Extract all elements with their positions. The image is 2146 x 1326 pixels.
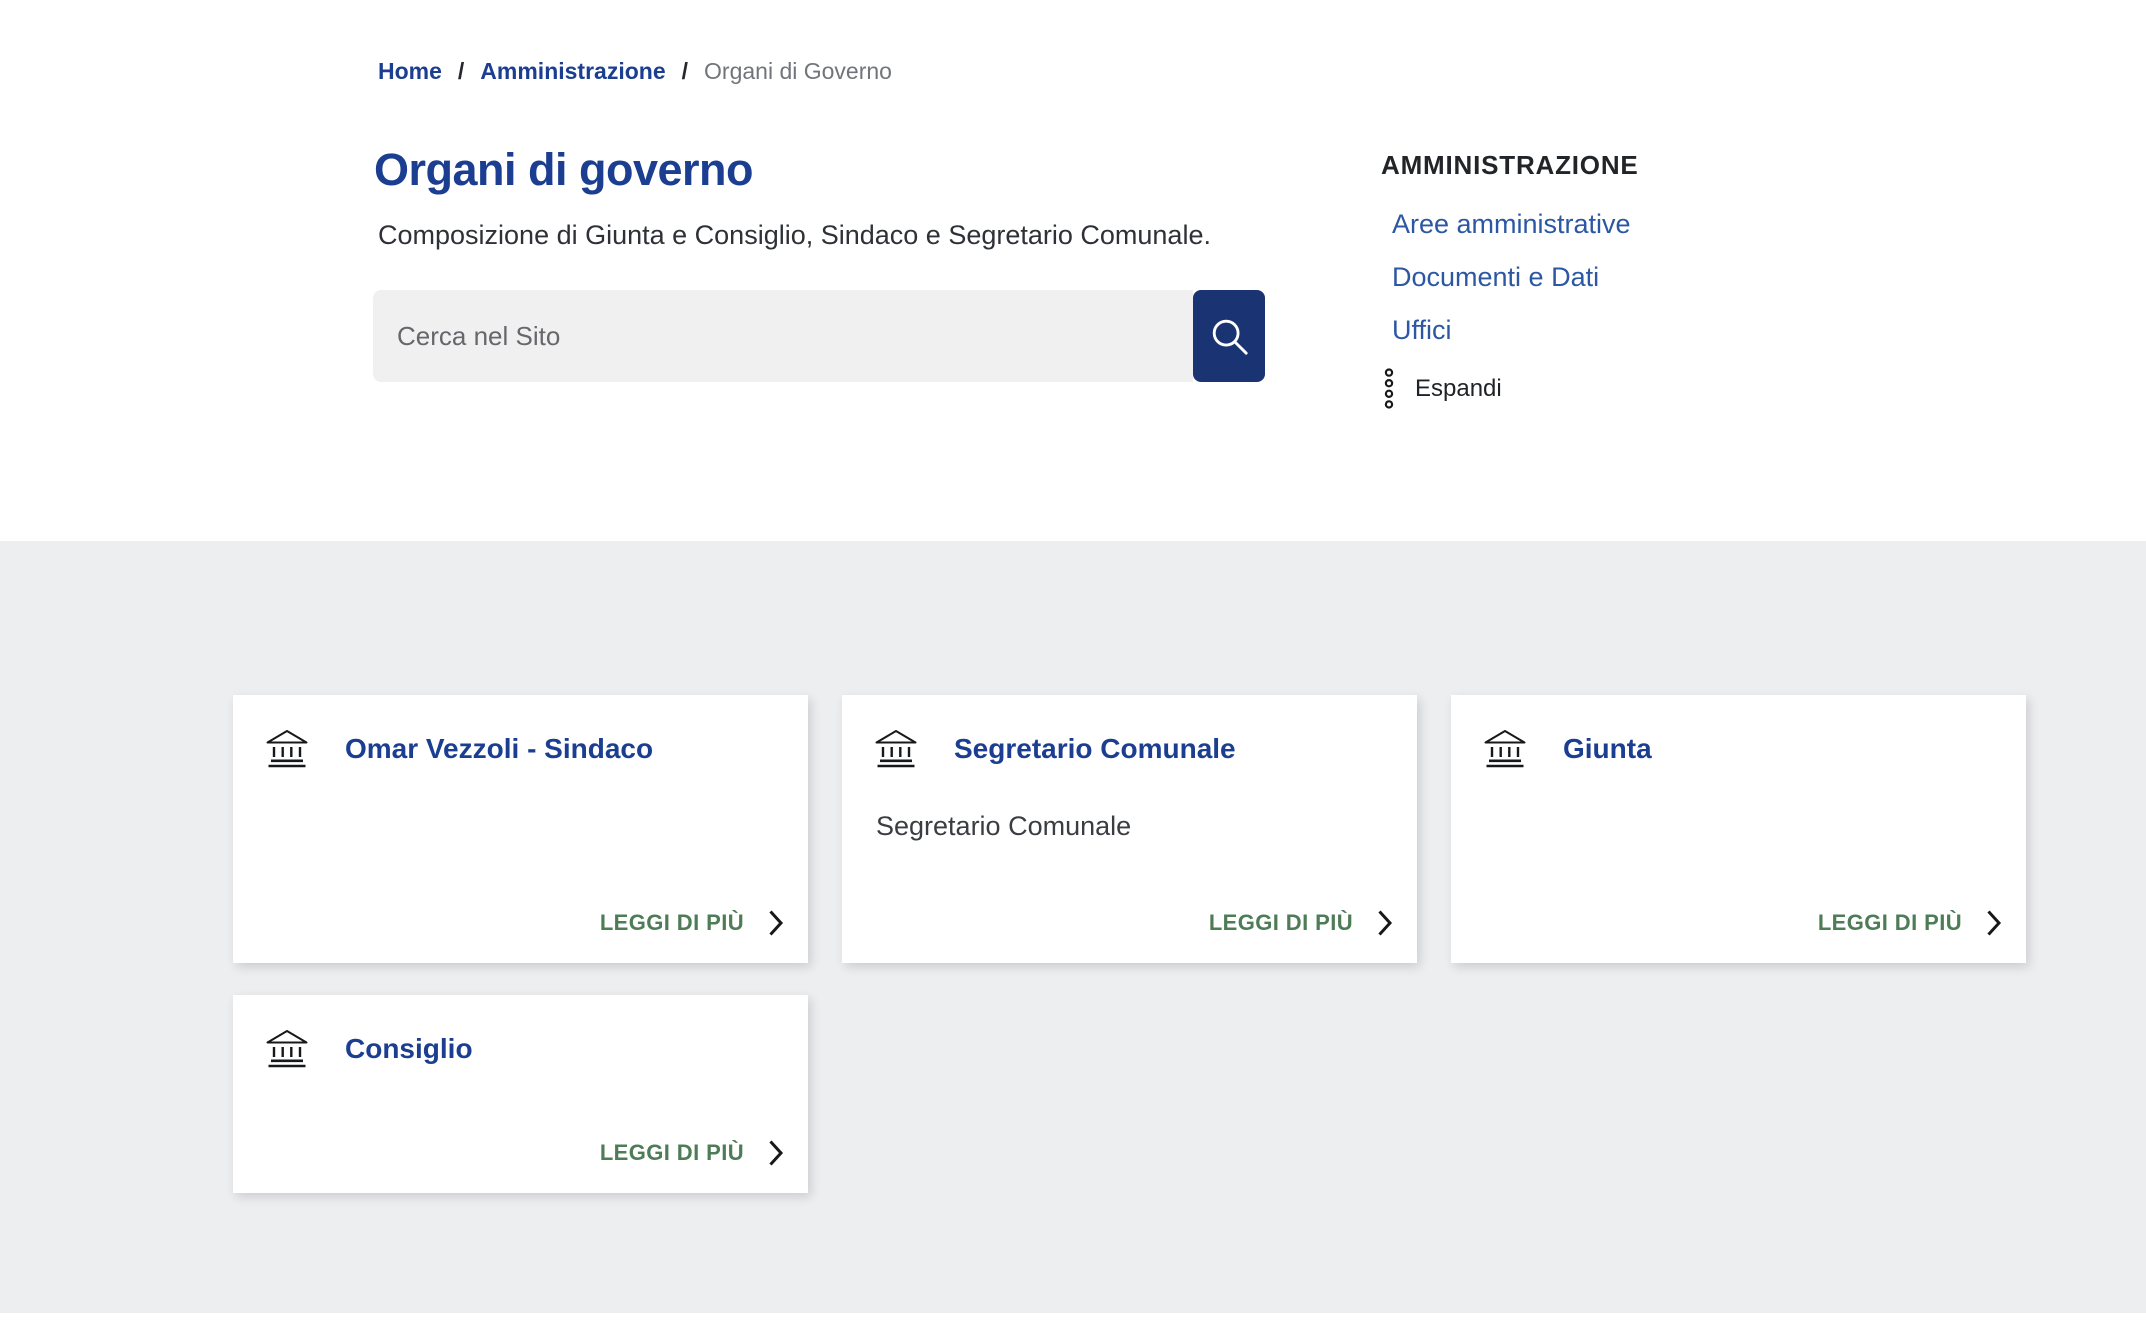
card-title: Giunta: [1563, 733, 1652, 765]
card-title: Consiglio: [345, 1033, 473, 1065]
breadcrumb-separator: /: [682, 58, 688, 85]
card-footer: LEGGI DI PIÙ: [1483, 909, 2002, 937]
more-items-icon: [1383, 368, 1395, 409]
search-input[interactable]: [373, 290, 1193, 382]
card-header: Consiglio: [265, 1029, 784, 1069]
chevron-right-icon: [1377, 909, 1393, 937]
search-icon: [1208, 315, 1250, 357]
section-nav-heading: AMMINISTRAZIONE: [1381, 150, 1898, 181]
government-building-icon: [265, 729, 309, 769]
cards-section: Omar Vezzoli - Sindaco LEGGI DI PIÙ: [0, 541, 2146, 1313]
card-footer: LEGGI DI PIÙ: [265, 909, 784, 937]
card-header: Omar Vezzoli - Sindaco: [265, 729, 784, 769]
card-title: Segretario Comunale: [954, 733, 1236, 765]
sidebar-item-uffici[interactable]: Uffici: [1392, 315, 1898, 346]
card-consiglio[interactable]: Consiglio LEGGI DI PIÙ: [233, 995, 808, 1193]
expand-button[interactable]: Espandi: [1383, 368, 1502, 409]
site-search: [373, 290, 1265, 382]
card-giunta[interactable]: Giunta LEGGI DI PIÙ: [1451, 695, 2026, 963]
breadcrumb: Home / Amministrazione / Organi di Gover…: [378, 58, 892, 85]
cards-grid: Omar Vezzoli - Sindaco LEGGI DI PIÙ: [233, 695, 2146, 1193]
card-omar-vezzoli-sindaco[interactable]: Omar Vezzoli - Sindaco LEGGI DI PIÙ: [233, 695, 808, 963]
government-building-icon: [874, 729, 918, 769]
section-navigation: AMMINISTRAZIONE Aree amministrative Docu…: [1378, 150, 1898, 409]
card-segretario-comunale[interactable]: Segretario Comunale Segretario Comunale …: [842, 695, 1417, 963]
chevron-right-icon: [768, 1139, 784, 1167]
read-more-link[interactable]: LEGGI DI PIÙ: [1818, 910, 1962, 936]
read-more-link[interactable]: LEGGI DI PIÙ: [600, 1140, 744, 1166]
sidebar-item-documenti-e-dati[interactable]: Documenti e Dati: [1392, 262, 1898, 293]
read-more-link[interactable]: LEGGI DI PIÙ: [600, 910, 744, 936]
card-footer: LEGGI DI PIÙ: [265, 1139, 784, 1167]
breadcrumb-separator: /: [458, 58, 464, 85]
card-header: Segretario Comunale: [874, 729, 1393, 769]
page-header: Home / Amministrazione / Organi di Gover…: [0, 0, 2146, 541]
card-header: Giunta: [1483, 729, 2002, 769]
sidebar-item-aree-amministrative[interactable]: Aree amministrative: [1392, 209, 1898, 240]
card-description: Segretario Comunale: [876, 811, 1393, 842]
page-title: Organi di governo: [374, 144, 753, 196]
chevron-right-icon: [768, 909, 784, 937]
search-button[interactable]: [1193, 290, 1265, 382]
breadcrumb-current: Organi di Governo: [704, 58, 892, 85]
card-footer: LEGGI DI PIÙ: [874, 909, 1393, 937]
government-building-icon: [265, 1029, 309, 1069]
expand-button-label: Espandi: [1415, 375, 1502, 403]
read-more-link[interactable]: LEGGI DI PIÙ: [1209, 910, 1353, 936]
chevron-right-icon: [1986, 909, 2002, 937]
card-title: Omar Vezzoli - Sindaco: [345, 733, 653, 765]
page-subtitle: Composizione di Giunta e Consiglio, Sind…: [378, 220, 1211, 251]
breadcrumb-amministrazione[interactable]: Amministrazione: [480, 58, 665, 85]
government-building-icon: [1483, 729, 1527, 769]
breadcrumb-home[interactable]: Home: [378, 58, 442, 85]
